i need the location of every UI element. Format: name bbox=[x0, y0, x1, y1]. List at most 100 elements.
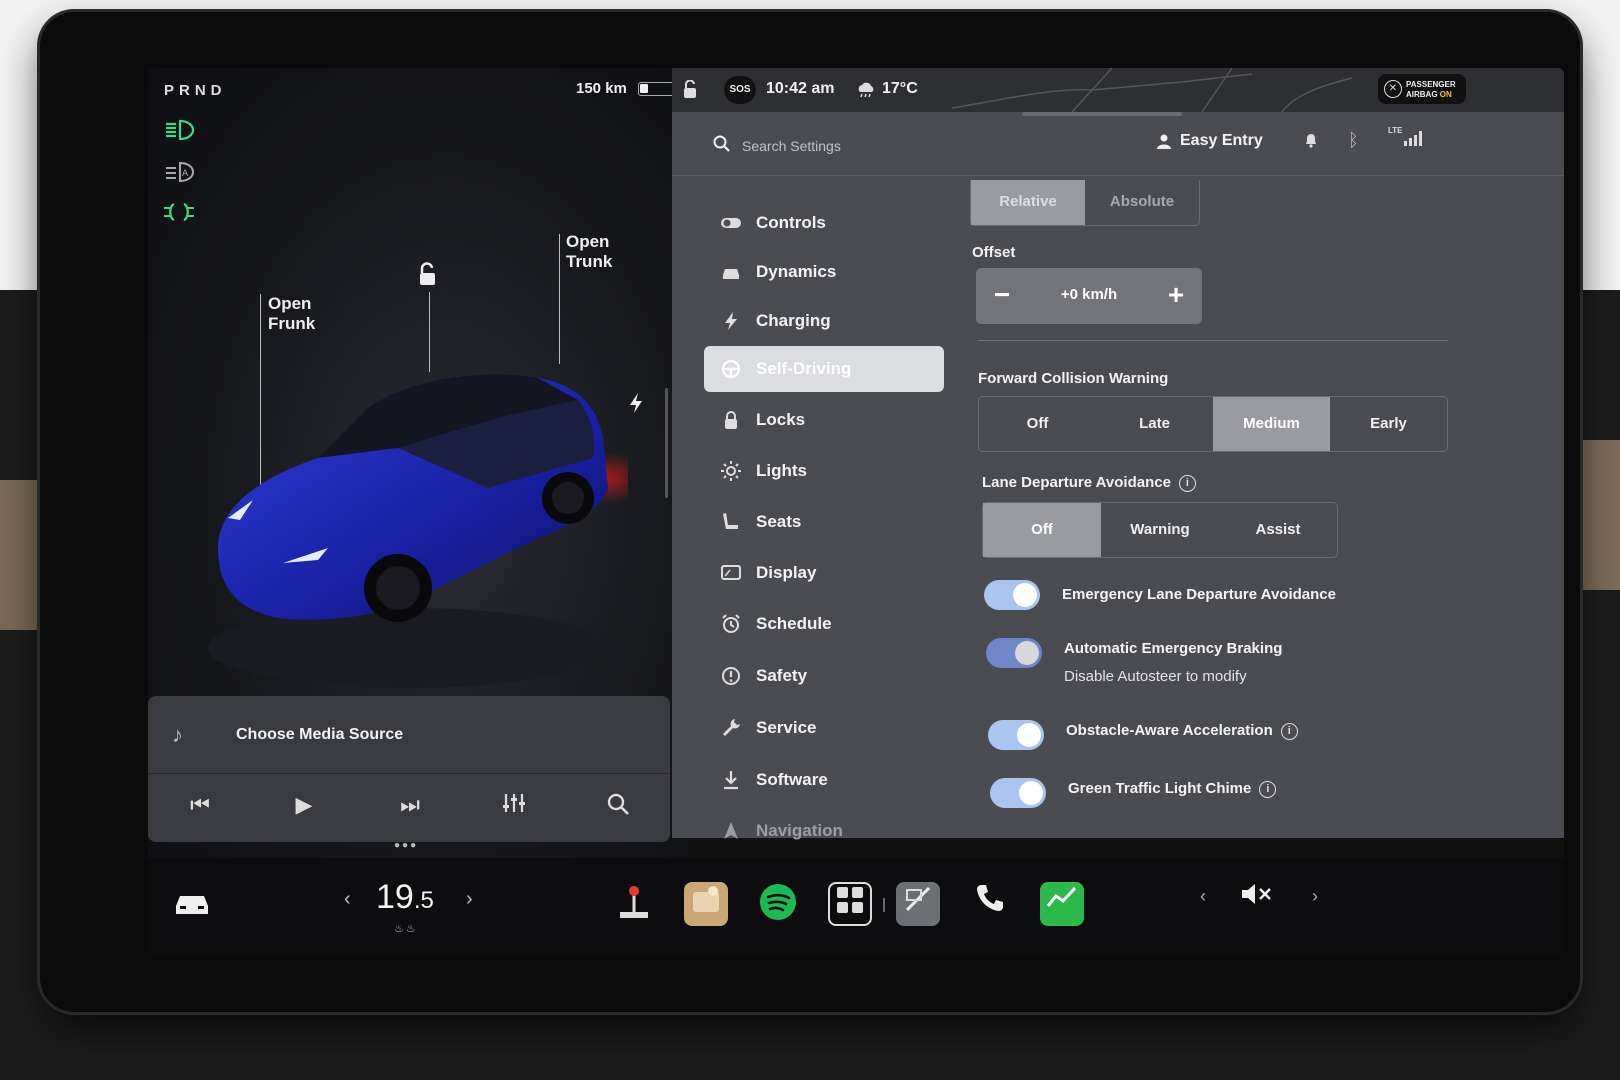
play-icon[interactable]: ▶ bbox=[288, 792, 320, 824]
next-track-icon[interactable]: ⏭ bbox=[394, 792, 426, 824]
fcw-option-early[interactable]: Early bbox=[1330, 397, 1447, 451]
lda-option-warning[interactable]: Warning bbox=[1101, 503, 1219, 557]
steering-wheel-icon bbox=[721, 359, 741, 379]
sidebar-item-charging[interactable]: Charging bbox=[704, 298, 944, 344]
car-status-panel: PRND 150 km A Open Frunk Open Trunk ♪ Ch… bbox=[148, 68, 688, 868]
scroll-indicator bbox=[665, 388, 668, 498]
phone-icon[interactable] bbox=[968, 882, 1012, 926]
cellular-signal-icon bbox=[1404, 131, 1422, 146]
airbag-icon: ✕ bbox=[1384, 80, 1402, 98]
seat-heater-icon[interactable]: ♨♨ bbox=[394, 922, 418, 935]
parking-lights-icon bbox=[164, 202, 194, 222]
toggle-label: Green Traffic Light Chime i bbox=[1068, 780, 1277, 798]
alert-icon bbox=[722, 667, 740, 685]
section-divider bbox=[978, 340, 1448, 341]
offset-stepper: − +0 km/h + bbox=[976, 268, 1202, 324]
energy-graph-icon[interactable] bbox=[1040, 882, 1084, 926]
offset-label: Offset bbox=[972, 244, 1016, 261]
map-preview bbox=[952, 68, 1353, 112]
volume-up-icon[interactable]: › bbox=[1312, 886, 1318, 907]
media-player: ♪ Choose Media Source ⏮ ▶ ⏭ bbox=[148, 696, 670, 842]
increase-offset-button[interactable]: + bbox=[1158, 278, 1194, 314]
emergency-lane-departure-toggle[interactable] bbox=[984, 580, 1040, 610]
previous-track-icon[interactable]: ⏮ bbox=[184, 792, 216, 824]
sun-icon bbox=[721, 461, 741, 481]
info-icon[interactable]: i bbox=[1280, 722, 1298, 740]
sidebar-item-locks[interactable]: Locks bbox=[704, 397, 944, 443]
passenger-airbag-status: ✕ PASSENGER AIRBAG ON bbox=[1378, 74, 1466, 104]
lda-selector: Off Warning Assist bbox=[982, 502, 1338, 558]
sos-button[interactable]: SOS bbox=[724, 76, 756, 104]
download-icon bbox=[724, 771, 738, 790]
toybox-icon[interactable] bbox=[684, 882, 728, 926]
app-launcher-icon[interactable] bbox=[828, 882, 872, 926]
automatic-emergency-braking-toggle[interactable] bbox=[986, 638, 1042, 668]
car-menu-icon[interactable] bbox=[172, 888, 212, 918]
unlocked-status-icon bbox=[684, 80, 696, 98]
lda-option-off[interactable]: Off bbox=[983, 503, 1101, 557]
sidebar-item-seats[interactable]: Seats bbox=[704, 499, 944, 545]
unlock-icon[interactable] bbox=[414, 262, 440, 288]
sidebar-item-self-driving[interactable]: Self-Driving bbox=[704, 346, 944, 392]
temp-down-icon[interactable]: ‹ bbox=[344, 888, 351, 911]
sidebar-item-dynamics[interactable]: Dynamics bbox=[704, 249, 944, 295]
temp-up-icon[interactable]: › bbox=[466, 888, 473, 911]
media-search-icon[interactable] bbox=[602, 792, 634, 824]
info-icon[interactable]: i bbox=[1178, 474, 1196, 492]
svg-text:A: A bbox=[182, 169, 189, 179]
status-bar: SOS 10:42 am 17°C ✕ PASSENGER AIRBAG ON bbox=[672, 68, 1564, 112]
decrease-offset-button[interactable]: − bbox=[984, 278, 1020, 314]
open-frunk-button[interactable]: Open Frunk bbox=[268, 294, 315, 334]
info-icon[interactable]: i bbox=[1259, 780, 1277, 798]
spotify-icon[interactable] bbox=[756, 882, 800, 926]
media-source-selector[interactable]: ♪ Choose Media Source bbox=[148, 696, 670, 774]
battery-icon bbox=[638, 82, 674, 96]
display-icon bbox=[721, 565, 741, 580]
fcw-option-off[interactable]: Off bbox=[979, 397, 1096, 451]
bluetooth-icon[interactable]: ᛒ bbox=[1348, 130, 1359, 151]
charge-port-icon[interactable] bbox=[628, 392, 644, 414]
sidebar-item-software[interactable]: Software bbox=[704, 757, 944, 803]
outside-temperature: 17°C bbox=[882, 80, 918, 97]
car-model-image bbox=[208, 374, 628, 688]
mute-icon[interactable] bbox=[1240, 882, 1274, 912]
sidebar-item-display[interactable]: Display bbox=[704, 550, 944, 596]
joystick-icon[interactable] bbox=[612, 882, 656, 926]
obstacle-aware-acceleration-toggle[interactable] bbox=[988, 720, 1044, 750]
sidebar-item-service[interactable]: Service bbox=[704, 705, 944, 751]
lda-option-assist[interactable]: Assist bbox=[1219, 503, 1337, 557]
settings-panel: SOS 10:42 am 17°C ✕ PASSENGER AIRBAG ON … bbox=[672, 68, 1564, 840]
wrench-icon bbox=[723, 719, 740, 736]
equalizer-icon[interactable] bbox=[498, 792, 530, 824]
weather-icon bbox=[858, 82, 874, 98]
search-icon bbox=[713, 135, 730, 152]
notification-bell-icon[interactable] bbox=[1304, 132, 1318, 153]
cabin-temperature[interactable]: 19.5 bbox=[376, 878, 434, 917]
media-title: Choose Media Source bbox=[236, 726, 404, 743]
driver-profile-button[interactable]: Easy Entry bbox=[1156, 132, 1263, 150]
sidebar-item-safety[interactable]: Safety bbox=[704, 653, 944, 699]
search-input[interactable] bbox=[742, 134, 1042, 158]
user-icon bbox=[1157, 134, 1171, 149]
dashcam-icon[interactable] bbox=[896, 882, 940, 926]
sidebar-item-navigation[interactable]: Navigation bbox=[704, 808, 944, 854]
fcw-option-medium[interactable]: Medium bbox=[1213, 397, 1330, 451]
lte-label: LTE bbox=[1388, 126, 1403, 135]
seat-icon bbox=[723, 513, 738, 529]
lock-icon bbox=[725, 411, 737, 429]
sidebar-item-schedule[interactable]: Schedule bbox=[704, 601, 944, 647]
taskbar-divider bbox=[883, 898, 885, 912]
open-trunk-button[interactable]: Open Trunk bbox=[566, 232, 612, 272]
fcw-option-late[interactable]: Late bbox=[1096, 397, 1213, 451]
sidebar-item-lights[interactable]: Lights bbox=[704, 448, 944, 494]
fcw-label: Forward Collision Warning bbox=[978, 370, 1169, 387]
speed-mode-option[interactable]: Relative bbox=[971, 180, 1085, 225]
speed-mode-option[interactable]: Absolute bbox=[1085, 180, 1199, 225]
gear-indicator: PRND bbox=[164, 82, 227, 99]
green-traffic-light-chime-toggle[interactable] bbox=[990, 778, 1046, 808]
sidebar-item-controls[interactable]: Controls bbox=[704, 200, 944, 246]
volume-down-icon[interactable]: ‹ bbox=[1200, 886, 1206, 907]
display-bezel: PRND 150 km A Open Frunk Open Trunk ♪ Ch… bbox=[40, 12, 1580, 1012]
toggle-label: Automatic Emergency Braking bbox=[1064, 640, 1283, 657]
touchscreen: PRND 150 km A Open Frunk Open Trunk ♪ Ch… bbox=[148, 68, 1564, 954]
